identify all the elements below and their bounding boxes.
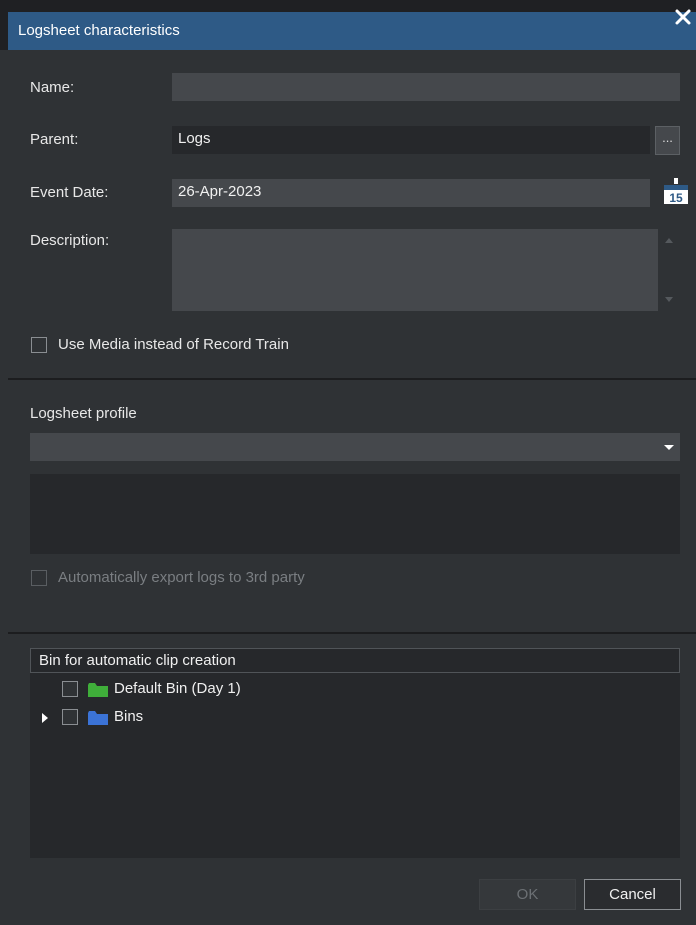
close-icon[interactable] <box>672 6 694 28</box>
parent-label: Parent: <box>30 131 79 148</box>
description-field[interactable] <box>172 229 658 311</box>
bin-tree-header: Bin for automatic clip creation <box>30 648 680 673</box>
use-media-checkbox[interactable] <box>31 337 47 353</box>
bins-checkbox[interactable] <box>62 709 78 725</box>
auto-export-checkbox <box>31 570 47 586</box>
folder-icon <box>88 683 108 697</box>
use-media-label[interactable]: Use Media instead of Record Train <box>58 336 289 353</box>
logsheet-profile-dropdown[interactable] <box>30 433 680 461</box>
description-label: Description: <box>30 232 110 249</box>
browse-parent-button[interactable]: ... <box>655 126 680 155</box>
dialog-title: Logsheet characteristics <box>18 22 180 39</box>
default-bin-checkbox[interactable] <box>62 681 78 697</box>
title-strip: Logsheet characteristics <box>8 12 696 50</box>
tree-item-label: Default Bin (Day 1) <box>114 680 241 697</box>
separator <box>8 632 696 634</box>
chevron-down-icon <box>664 445 674 450</box>
title-bar: Logsheet characteristics <box>0 0 696 50</box>
calendar-day: 15 <box>669 191 683 205</box>
tree-item-label: Bins <box>114 708 144 725</box>
separator <box>8 378 696 380</box>
event-date-field[interactable]: 26-Apr-2023 <box>172 179 650 207</box>
auto-export-label: Automatically export logs to 3rd party <box>58 569 305 586</box>
cancel-button[interactable]: Cancel <box>584 879 681 910</box>
scroll-up-icon[interactable] <box>664 236 674 244</box>
name-field[interactable] <box>172 73 680 101</box>
profile-description-area <box>30 474 680 554</box>
name-label: Name: <box>30 79 75 96</box>
calendar-icon[interactable]: 15 <box>663 177 689 205</box>
ok-button[interactable]: OK <box>479 879 576 910</box>
logsheet-dialog: Logsheet characteristics Name: Parent: L… <box>0 0 696 925</box>
event-date-label: Event Date: <box>30 184 109 201</box>
scroll-down-icon[interactable] <box>664 296 674 304</box>
parent-field[interactable]: Logs <box>172 126 650 154</box>
folder-icon <box>88 711 108 725</box>
expand-arrow-icon[interactable] <box>42 713 48 723</box>
tree-item-bins[interactable]: Bins <box>30 704 680 732</box>
tree-item-default-bin[interactable]: Default Bin (Day 1) <box>30 676 680 704</box>
logsheet-profile-label: Logsheet profile <box>30 405 137 422</box>
